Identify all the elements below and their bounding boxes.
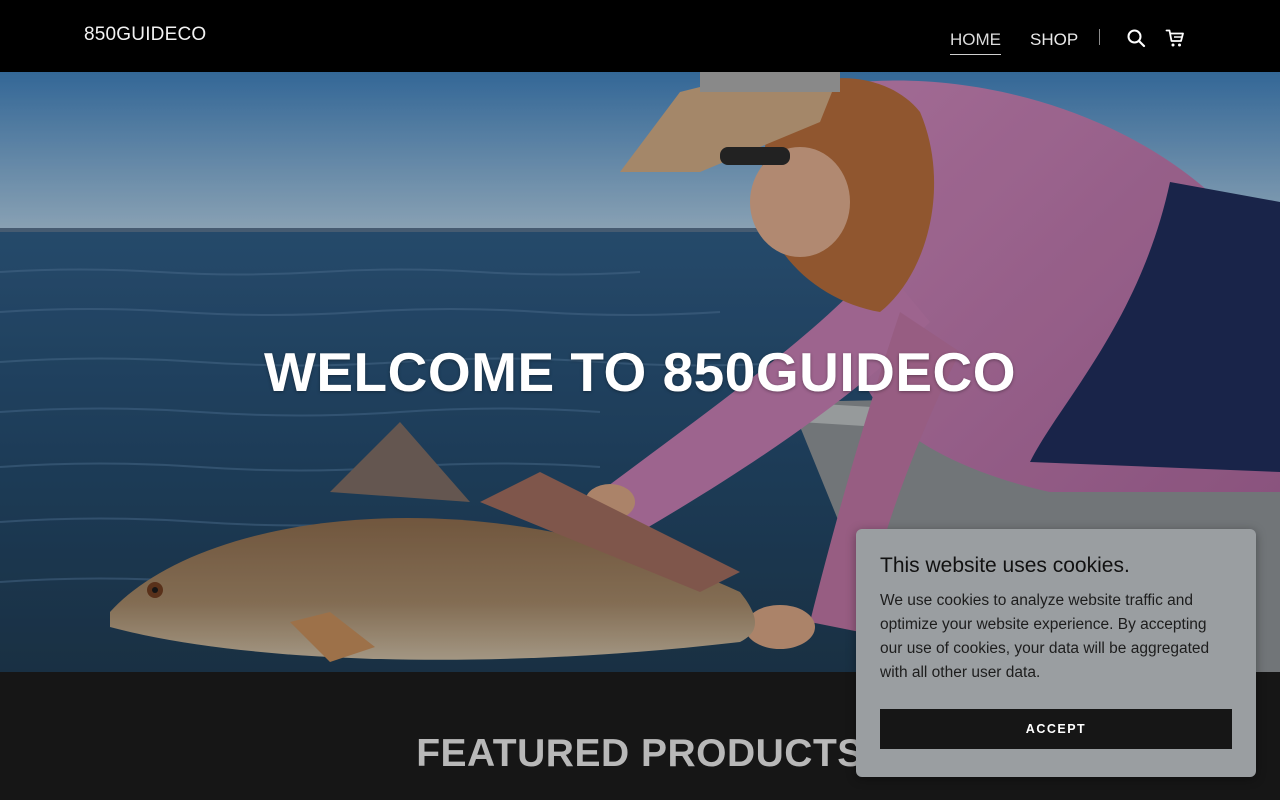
search-icon — [1127, 29, 1146, 48]
nav-shop-link[interactable]: SHOP — [1030, 30, 1078, 50]
cookie-banner-text: We use cookies to analyze website traffi… — [880, 592, 1210, 681]
cart-button[interactable] — [1163, 26, 1187, 50]
search-button[interactable] — [1124, 26, 1148, 50]
cookie-banner: This website uses cookies. We use cookie… — [856, 529, 1256, 777]
accept-cookies-button[interactable]: ACCEPT — [880, 709, 1232, 749]
cart-icon — [1165, 29, 1184, 47]
cookie-banner-title: This website uses cookies. — [880, 554, 1130, 577]
hero-title: WELCOME TO 850GUIDECO — [263, 341, 1017, 403]
brand-logo-link[interactable]: 850GUIDECO — [84, 24, 206, 46]
site-header: 850GUIDECO HOME SHOP — [0, 0, 1280, 72]
nav-divider — [1099, 29, 1100, 45]
nav-home-link[interactable]: HOME — [950, 30, 1001, 55]
